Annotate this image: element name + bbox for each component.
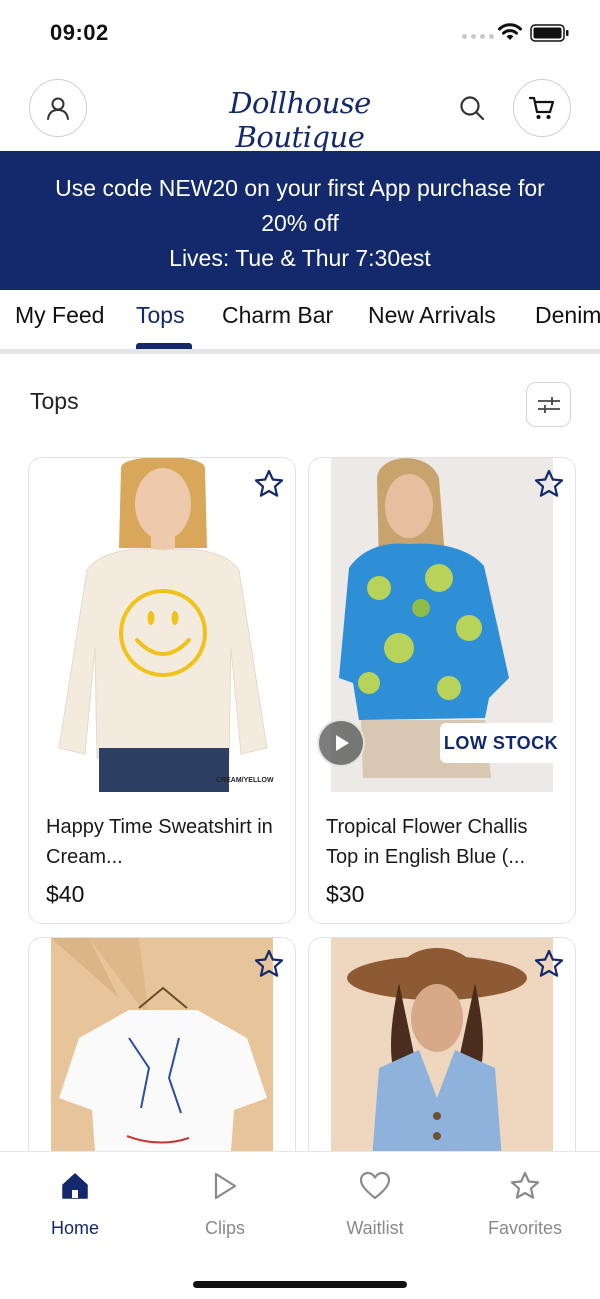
star-icon: [534, 469, 564, 497]
tab-tops[interactable]: Tops: [136, 302, 185, 329]
product-image[interactable]: CREAM/YELLOW: [29, 458, 295, 792]
product-price: $40: [46, 881, 85, 907]
product-name[interactable]: Happy Time Sweatshirt in Cream...: [46, 812, 281, 872]
video-play-button[interactable]: [317, 719, 365, 767]
nav-waitlist-label: Waitlist: [346, 1218, 404, 1238]
category-tabs: My Feed Tops Charm Bar New Arrivals Deni…: [0, 290, 600, 354]
nav-favorites[interactable]: Favorites: [470, 1168, 580, 1239]
account-button[interactable]: [29, 79, 87, 137]
favorite-button[interactable]: [531, 946, 567, 982]
star-icon: [510, 1171, 540, 1199]
star-icon: [254, 469, 284, 497]
star-icon: [254, 949, 284, 977]
tab-my-feed[interactable]: My Feed: [15, 302, 104, 329]
promo-line-3: Lives: Tue & Thur 7:30est: [169, 245, 431, 271]
filter-button[interactable]: [526, 382, 571, 427]
promo-banner: Use code NEW20 on your first App purchas…: [0, 151, 600, 290]
promo-line-2: 20% off: [261, 210, 339, 236]
cart-icon: [528, 96, 555, 119]
play-icon: [336, 735, 349, 751]
nav-home[interactable]: Home: [20, 1168, 130, 1239]
product-card[interactable]: CREAM/YELLOW Happy Time Sweatshirt in Cr…: [28, 457, 296, 924]
nav-home-label: Home: [50, 1218, 99, 1238]
nav-clips[interactable]: Clips: [170, 1168, 280, 1239]
sliders-icon: [537, 396, 560, 413]
home-icon: [62, 1173, 88, 1199]
product-card[interactable]: LOW STOCK Tropical Flower Challis Top in…: [308, 457, 576, 924]
product-name[interactable]: Tropical Flower Challis Top in English B…: [326, 812, 561, 872]
cart-button[interactable]: [513, 79, 571, 137]
status-time: 09:02: [50, 20, 109, 45]
user-icon: [47, 97, 69, 120]
signal-icon: [462, 34, 494, 39]
search-button[interactable]: [456, 92, 488, 124]
play-icon: [214, 1172, 237, 1200]
tab-new-arrivals[interactable]: New Arrivals: [368, 302, 496, 329]
battery-icon: [530, 24, 569, 42]
section-title: Tops: [30, 388, 79, 414]
wifi-icon: [498, 23, 522, 40]
heart-icon: [359, 1171, 391, 1200]
star-icon: [534, 949, 564, 977]
nav-clips-label: Clips: [204, 1218, 245, 1238]
low-stock-badge: LOW STOCK: [440, 723, 562, 763]
product-price: $30: [326, 881, 365, 907]
image-caption: CREAM/YELLOW: [216, 777, 274, 784]
nav-waitlist[interactable]: Waitlist: [320, 1168, 430, 1239]
favorite-button[interactable]: [251, 466, 287, 502]
nav-favorites-label: Favorites: [487, 1218, 563, 1238]
app-header: Dollhouse Boutique: [0, 64, 600, 154]
promo-line-1: Use code NEW20 on your first App purchas…: [55, 175, 545, 201]
bottom-navigation: Home Clips Waitlist Favorites: [0, 1151, 600, 1299]
tab-charm-bar[interactable]: Charm Bar: [222, 302, 333, 329]
active-tab-indicator: [136, 343, 192, 349]
search-icon: [460, 96, 485, 121]
favorite-button[interactable]: [251, 946, 287, 982]
home-indicator[interactable]: [193, 1281, 407, 1288]
status-bar: 09:02: [0, 0, 600, 64]
tab-denim[interactable]: Denim: [535, 302, 600, 329]
sweatshirt-photo: [29, 458, 295, 792]
brand-logo[interactable]: Dollhouse Boutique: [170, 86, 430, 154]
favorite-button[interactable]: [531, 466, 567, 502]
